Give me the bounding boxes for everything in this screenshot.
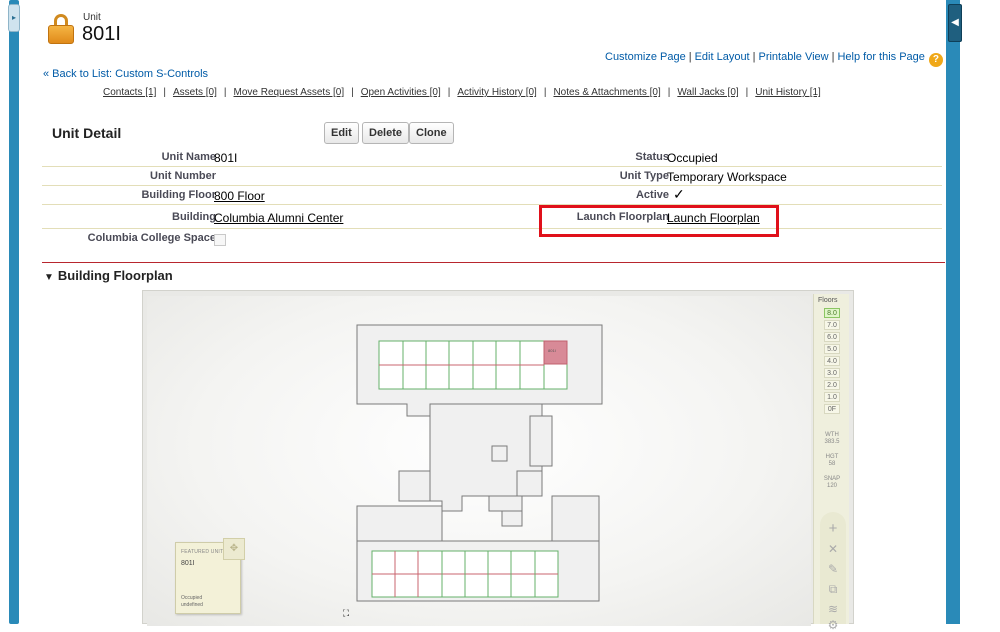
related-link-contacts[interactable]: Contacts [1] xyxy=(103,87,156,98)
floor-item[interactable]: 4.0 xyxy=(824,356,840,366)
right-sidebar-strip: ◀ xyxy=(943,0,1000,624)
related-list-links: Contacts [1] | Assets [0] | Move Request Ass… xyxy=(103,87,821,98)
unit-name-label: Unit Name xyxy=(161,151,216,163)
unit-type-label: Unit Type xyxy=(619,170,669,182)
edit-button[interactable]: Edit xyxy=(324,122,359,144)
floor-item[interactable]: 1.0 xyxy=(824,392,840,402)
section-divider xyxy=(42,262,945,263)
floor-item[interactable]: 7.0 xyxy=(824,320,840,330)
move-handle-icon[interactable]: ✥ xyxy=(223,538,245,560)
floor-item[interactable]: 5.0 xyxy=(824,344,840,354)
field-row: Building Floor 800 Floor Active ✓ xyxy=(42,186,942,205)
building-floor-link[interactable]: 800 Floor xyxy=(214,189,265,203)
field-row: Unit Number Unit Type Temporary Workspac… xyxy=(42,167,942,186)
building-label: Building xyxy=(172,211,216,223)
field-row: Building Columbia Alumni Center Launch F… xyxy=(42,205,942,229)
printable-view-link[interactable]: Printable View xyxy=(758,51,828,63)
featured-unit-name: 801I xyxy=(181,560,195,567)
field-row: Unit Name 801I Status Occupied xyxy=(42,148,942,167)
left-sidebar-bar xyxy=(9,0,19,624)
layers-icon[interactable]: ≋ xyxy=(827,602,839,616)
unit-type-value: Temporary Workspace xyxy=(667,170,787,184)
building-link[interactable]: Columbia Alumni Center xyxy=(214,211,343,225)
related-link-move-request-assets[interactable]: Move Request Assets [0] xyxy=(233,87,344,98)
occupied-unit-label: 801I xyxy=(548,348,556,353)
floors-title: Floors xyxy=(818,297,838,304)
left-sidebar-strip: ▸ xyxy=(0,0,20,624)
columbia-college-space-checkbox xyxy=(214,234,226,246)
floor-item[interactable]: 8.0 xyxy=(824,308,840,318)
copy-icon[interactable]: ⧉ xyxy=(827,582,839,597)
left-sidebar-toggle[interactable]: ▸ xyxy=(8,4,20,32)
record-name: 801I xyxy=(82,23,121,45)
pencil-icon[interactable]: ✎ xyxy=(827,562,839,576)
object-type-label: Unit xyxy=(83,12,101,23)
floorplan-drawing: 801I xyxy=(356,324,603,602)
launch-floorplan-highlight xyxy=(539,205,779,237)
floors-panel: Floors 8.0 7.0 6.0 5.0 4.0 3.0 2.0 1.0 0… xyxy=(813,294,849,632)
help-icon[interactable]: ? xyxy=(928,53,943,67)
featured-unit-title: FEATURED UNIT xyxy=(181,549,224,555)
help-link[interactable]: Help for this Page xyxy=(837,51,924,63)
floorplan-toolbar: + ✕ ✎ ⧉ ≋ ⚙ xyxy=(820,512,846,632)
active-label: Active xyxy=(635,189,669,201)
floor-item[interactable]: 3.0 xyxy=(824,368,840,378)
field-row: Columbia College Space xyxy=(42,229,942,248)
floorplan-canvas[interactable]: 801I FEATURED UNIT 801I Occupied undefin… xyxy=(147,296,811,626)
customize-page-link[interactable]: Customize Page xyxy=(605,51,686,63)
related-link-wall-jacks[interactable]: Wall Jacks [0] xyxy=(677,87,738,98)
status-value: Occupied xyxy=(667,151,718,165)
right-sidebar-toggle[interactable]: ◀ xyxy=(948,4,962,42)
height-readout: HGT 58 xyxy=(825,454,839,467)
floor-item[interactable]: 2.0 xyxy=(824,380,840,390)
clone-button[interactable]: Clone xyxy=(409,122,454,144)
related-link-unit-history[interactable]: Unit History [1] xyxy=(755,87,821,98)
status-label: Status xyxy=(635,151,669,163)
floorplan-viewer: 801I FEATURED UNIT 801I Occupied undefin… xyxy=(142,290,854,632)
edit-layout-link[interactable]: Edit Layout xyxy=(695,51,750,63)
floor-item[interactable]: 6.0 xyxy=(824,332,840,342)
unit-name-value: 801I xyxy=(214,151,238,165)
width-readout: WTH 383.5 xyxy=(824,432,840,445)
back-to-list-link[interactable]: « Back to List: Custom S-Controls xyxy=(43,68,208,80)
collapse-triangle-icon[interactable]: ▼ xyxy=(44,272,54,283)
snap-readout: SNAP 120 xyxy=(823,476,841,489)
related-link-notes-attachments[interactable]: Notes & Attachments [0] xyxy=(553,87,660,98)
main-content: Unit 801I Customize Page | Edit Layout | Pri… xyxy=(20,0,945,632)
add-icon[interactable]: + xyxy=(827,520,839,537)
page-utility-links: Customize Page | Edit Layout | Printable Vie… xyxy=(605,51,943,67)
delete-button[interactable]: Delete xyxy=(362,122,410,144)
unit-number-label: Unit Number xyxy=(150,170,216,182)
fullscreen-icon[interactable]: ⛶ xyxy=(341,608,351,618)
delete-icon[interactable]: ✕ xyxy=(827,542,839,556)
lock-icon xyxy=(48,14,74,44)
right-sidebar-bar xyxy=(946,0,960,624)
related-link-open-activities[interactable]: Open Activities [0] xyxy=(361,87,441,98)
building-floor-label: Building Floor xyxy=(141,189,216,201)
gear-icon[interactable]: ⚙ xyxy=(827,618,839,632)
active-checkmark-icon: ✓ xyxy=(673,186,685,202)
related-link-assets[interactable]: Assets [0] xyxy=(173,87,217,98)
columbia-college-space-label: Columbia College Space xyxy=(87,232,216,244)
floorplan-section-title: Building Floorplan xyxy=(57,268,173,283)
detail-fields: Unit Name 801I Status Occupied Unit Numb… xyxy=(42,148,942,248)
floorplan-section-header[interactable]: ▼ Building Floorplan xyxy=(44,268,173,283)
related-link-activity-history[interactable]: Activity History [0] xyxy=(457,87,536,98)
detail-section-title: Unit Detail xyxy=(52,125,122,141)
featured-unit-status: Occupied undefined xyxy=(181,595,203,608)
floor-item[interactable]: 0F xyxy=(824,404,840,414)
